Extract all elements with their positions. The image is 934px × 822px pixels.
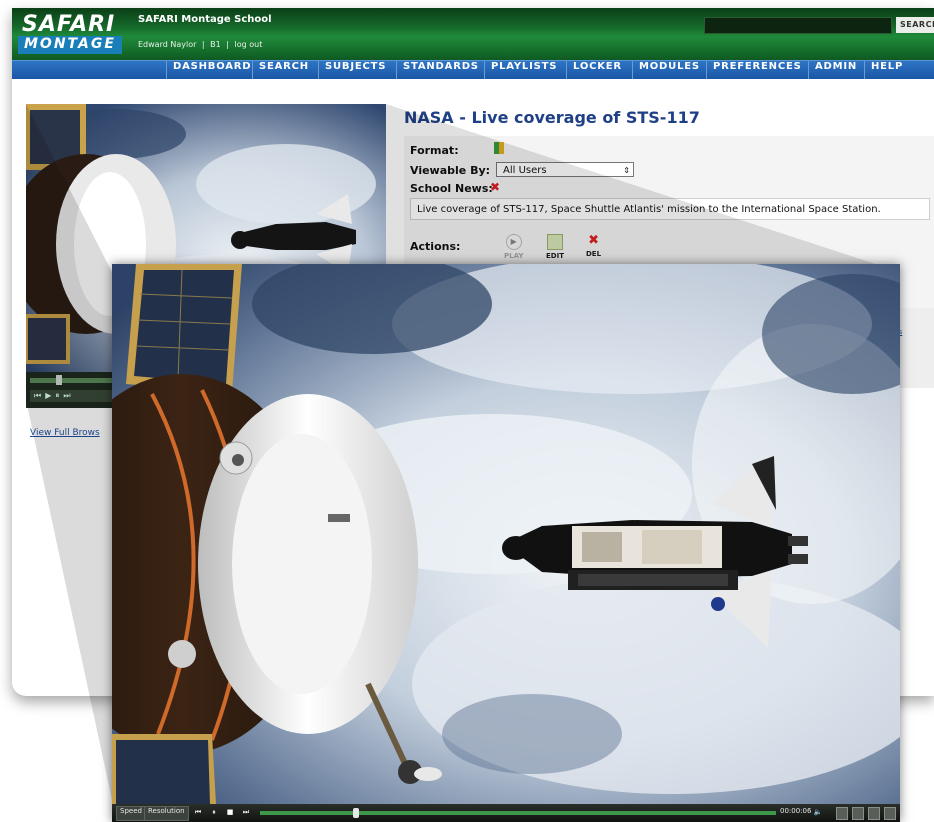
edit-icon [546, 234, 563, 250]
logout-link[interactable]: log out [235, 40, 263, 49]
time-display: 00:00:06 [780, 807, 812, 815]
school-news-x-icon[interactable]: ✖ [490, 180, 500, 194]
view-full-link[interactable]: View Full Brows [30, 428, 100, 438]
actions-label: Actions: [410, 240, 461, 253]
school-news-label: School News: [410, 182, 493, 195]
settings-icon[interactable] [852, 807, 864, 820]
school-name: SAFARI Montage School [138, 14, 272, 25]
logo-safari[interactable]: SAFARI [22, 12, 115, 37]
nav-standards[interactable]: STANDARDS [396, 61, 479, 79]
viewable-by-select[interactable]: All Users ⇕ [496, 162, 634, 177]
nav-modules[interactable]: MODULES [632, 61, 700, 79]
volume-icon[interactable]: 🔈 [812, 806, 824, 819]
format-icon [494, 142, 504, 154]
skip-back-icon[interactable]: ⏮ [192, 806, 204, 819]
logo-montage[interactable]: MONTAGE [18, 36, 122, 54]
speed-button[interactable]: Speed [116, 806, 146, 821]
nav-subjects[interactable]: SUBJECTS [318, 61, 386, 79]
nav-dashboard[interactable]: DASHBOARD [166, 61, 251, 79]
skip-forward-icon[interactable]: ⏭ [240, 806, 252, 819]
resolution-button[interactable]: Resolution [144, 806, 189, 821]
description-box: Live coverage of STS-117, Space Shuttle … [410, 198, 930, 220]
video-player[interactable]: Speed Resolution ⏮ ⏸ ■ ⏭ 00:00:06 🔈 [112, 264, 900, 822]
nav-search[interactable]: SEARCH [252, 61, 309, 79]
video-title: NASA - Live coverage of STS-117 [404, 108, 700, 127]
edit-action[interactable]: EDIT [546, 234, 564, 260]
user-name: Edward Naylor [138, 40, 197, 49]
edit-action-label: EDIT [546, 252, 564, 260]
delete-action[interactable]: ✖ DEL [586, 233, 602, 259]
delete-action-label: DEL [586, 250, 602, 258]
player-controls: Speed Resolution ⏮ ⏸ ■ ⏭ 00:00:06 🔈 [112, 804, 900, 822]
progress-knob[interactable] [352, 808, 359, 818]
separator: | [201, 40, 205, 49]
viewable-by-value: All Users [503, 165, 547, 176]
play-action-label: PLAY [504, 252, 524, 260]
stop-icon[interactable]: ■ [224, 806, 236, 819]
user-line: Edward Naylor | B1 | log out [138, 40, 265, 49]
caption-icon[interactable] [836, 807, 848, 820]
nav-help[interactable]: HELP [864, 61, 903, 79]
pause-icon[interactable]: ⏸ [208, 806, 220, 819]
select-arrow-icon: ⇕ [623, 166, 630, 175]
delete-icon: ✖ [588, 233, 599, 248]
fullscreen-icon[interactable] [884, 807, 896, 820]
nav-locker[interactable]: LOCKER [566, 61, 622, 79]
play-action[interactable]: ▶ PLAY [504, 234, 523, 260]
viewable-by-label: Viewable By: [410, 164, 491, 177]
format-label: Format: [410, 144, 459, 157]
search-input[interactable] [704, 17, 892, 34]
main-nav: DASHBOARD SEARCH SUBJECTS STANDARDS PLAY… [12, 60, 934, 79]
thumbnail-progress-knob[interactable] [56, 375, 62, 385]
nav-playlists[interactable]: PLAYLISTS [484, 61, 557, 79]
video-frame-image [112, 264, 900, 804]
nav-preferences[interactable]: PREFERENCES [706, 61, 802, 79]
site-header: SAFARI MONTAGE SAFARI Montage School Edw… [12, 8, 934, 60]
window-icon[interactable] [868, 807, 880, 820]
nav-admin[interactable]: ADMIN [808, 61, 857, 79]
video-frame[interactable] [112, 264, 900, 804]
search-button[interactable]: SEARCH [896, 17, 934, 33]
play-icon: ▶ [505, 234, 522, 250]
user-code: B1 [210, 40, 221, 49]
progress-bar[interactable] [260, 811, 776, 815]
separator: | [226, 40, 229, 49]
